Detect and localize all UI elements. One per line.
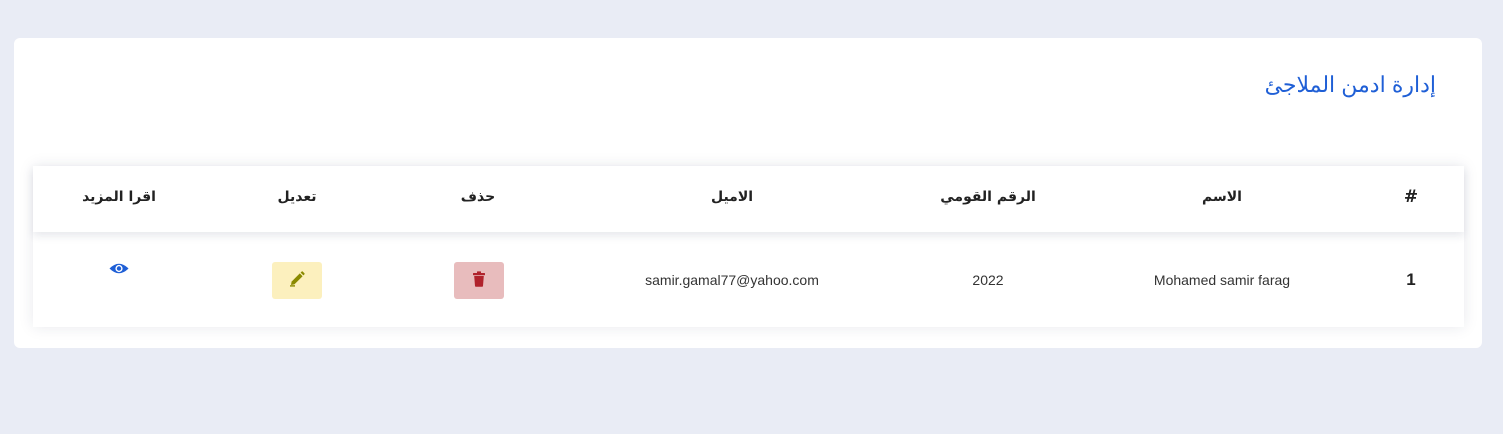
trash-icon: [472, 270, 486, 291]
header-name: الاسم: [1202, 189, 1242, 205]
admin-management-card: إدارة ادمن الملاجئ # الاسم الرقم القومي …: [14, 38, 1482, 348]
delete-button[interactable]: [454, 262, 504, 299]
header-national-id: الرقم القومي: [940, 189, 1036, 205]
eye-icon: [109, 260, 129, 279]
header-delete: حذف: [460, 189, 496, 205]
header-email: الاميل: [710, 189, 754, 205]
admins-table: # الاسم الرقم القومي الاميل حذف تعديل اق…: [33, 166, 1464, 327]
edit-button[interactable]: [272, 262, 322, 299]
read-more-button[interactable]: [109, 262, 129, 276]
header-index: #: [1403, 187, 1419, 207]
row-name: Mohamed samir farag: [1153, 272, 1291, 288]
table-header: # الاسم الرقم القومي الاميل حذف تعديل اق…: [33, 166, 1464, 232]
pencil-icon: [289, 270, 305, 291]
page-title: إدارة ادمن الملاجئ: [1264, 72, 1436, 97]
header-edit: تعديل: [277, 189, 317, 205]
row-index: 1: [1406, 270, 1416, 289]
header-read-more: اقرا المزيد: [82, 189, 156, 205]
row-national-id: 2022: [972, 272, 1004, 288]
row-email: samir.gamal77@yahoo.com: [645, 272, 819, 288]
